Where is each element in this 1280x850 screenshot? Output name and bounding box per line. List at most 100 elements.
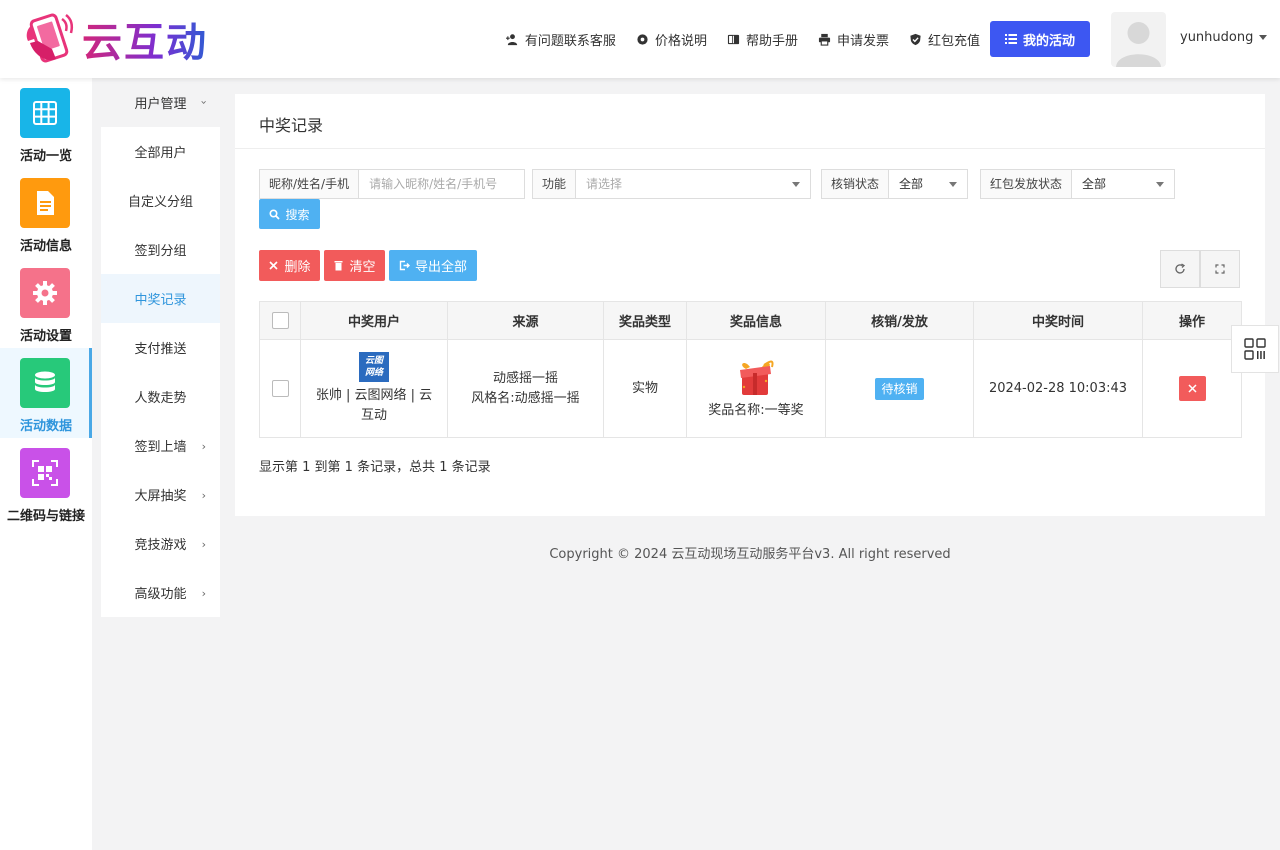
pagination-summary: 显示第 1 到第 1 条记录，总共 1 条记录 [259, 460, 491, 475]
shield-check-icon [910, 33, 921, 45]
submenu-label: 竞技游戏 [134, 538, 187, 553]
winning-records-table: 中奖用户 来源 奖品类型 奖品信息 核销/发放 中奖时间 操作 云图 网络 张帅… [259, 301, 1242, 438]
column-header[interactable]: 操作 [1142, 301, 1242, 340]
prize-type-cell: 实物 [603, 339, 687, 438]
submenu-competitive-games[interactable]: 竞技游戏 › [101, 519, 220, 568]
sidebar-item-activity-overview[interactable]: 活动一览 [0, 78, 92, 168]
sidebar-item-activity-settings[interactable]: 活动设置 [0, 258, 92, 348]
sidebar-item-activity-data[interactable]: 活动数据 [0, 348, 92, 438]
sidebar-item-label: 活动数据 [19, 419, 72, 434]
filter-function: 功能 请选择 [532, 169, 812, 199]
column-header[interactable]: 来源 [447, 301, 604, 340]
submenu-label: 中奖记录 [134, 293, 187, 308]
submenu-label: 签到上墙 [134, 440, 187, 455]
brand-name: 云互动 [82, 10, 208, 68]
source-style: 风格名:动感摇一摇 [471, 390, 580, 406]
source-cell: 动感摇一摇 风格名:动感摇一摇 [447, 339, 604, 438]
column-header[interactable]: 中奖用户 [300, 301, 448, 340]
refresh-button[interactable] [1160, 250, 1200, 288]
my-activity-button[interactable]: 我的活动 [990, 21, 1090, 57]
submenu-label: 大屏抽奖 [134, 489, 187, 504]
search-icon [269, 208, 281, 220]
qrcode-icon [20, 448, 70, 498]
column-header[interactable]: 核销/发放 [825, 301, 974, 340]
submenu-people-trend[interactable]: 人数走势 [101, 372, 220, 421]
column-header[interactable]: 中奖时间 [973, 301, 1143, 340]
export-label: 导出全部 [414, 260, 467, 275]
gear-icon [637, 33, 648, 45]
nav-invoice[interactable]: 申请发票 [818, 30, 889, 49]
submenu: 用户管理 › 全部用户 自定义分组 签到分组 中奖记录 支付推送 人数走势 签到… [101, 78, 220, 617]
column-header[interactable]: 奖品类型 [603, 301, 687, 340]
submenu-signin-groups[interactable]: 签到分组 [101, 225, 220, 274]
floating-qrcode-button[interactable] [1231, 325, 1279, 373]
top-header: 云互动 有问题联系客服 价格说明 帮助手册 申请发票 红包充值 我的活动 yun [0, 0, 1280, 78]
divider [235, 148, 1265, 149]
delete-button[interactable]: 删除 [259, 250, 320, 281]
sidebar-item-label: 活动设置 [19, 329, 72, 344]
submenu-all-users[interactable]: 全部用户 [101, 127, 220, 176]
sidebar-item-qrcode-links[interactable]: 二维码与链接 [0, 438, 92, 528]
search-button[interactable]: 搜索 [259, 199, 320, 229]
nav-label: 有问题联系客服 [524, 33, 616, 49]
row-delete-button[interactable] [1178, 376, 1206, 401]
caret-down-icon [792, 182, 801, 187]
clear-label: 清空 [349, 260, 376, 275]
nav-help-manual[interactable]: 帮助手册 [727, 30, 798, 49]
winner-cell: 云图 网络 张帅 | 云图网络 | 云互动 [300, 339, 448, 438]
avatar[interactable] [1111, 12, 1166, 67]
name-search-input[interactable]: 请输入昵称/姓名/手机号 [358, 169, 526, 199]
phone-hand-icon [22, 11, 80, 67]
export-all-button[interactable]: 导出全部 [389, 250, 477, 281]
table-row: 云图 网络 张帅 | 云图网络 | 云互动 动感摇一摇 风格名:动感摇一摇 实物 [259, 339, 1242, 438]
submenu-user-management[interactable]: 用户管理 › [101, 78, 220, 127]
verify-status-select[interactable]: 全部 [888, 169, 969, 199]
search-label: 搜索 [285, 207, 310, 222]
select-placeholder: 请选择 [586, 177, 623, 191]
function-select[interactable]: 请选择 [575, 169, 812, 199]
submenu-winning-records[interactable]: 中奖记录 [101, 274, 220, 323]
submenu-label: 人数走势 [134, 391, 187, 406]
nav-redpack-recharge[interactable]: 红包充值 [909, 30, 980, 49]
submenu-custom-groups[interactable]: 自定义分组 [101, 176, 220, 225]
submenu-payment-push[interactable]: 支付推送 [101, 323, 220, 372]
gear-icon [20, 268, 70, 318]
filter-label: 昵称/姓名/手机 [259, 169, 359, 199]
prize-info-cell: 奖品名称:一等奖 [686, 339, 826, 438]
sidebar-item-label: 二维码与链接 [6, 509, 85, 524]
select-value: 全部 [899, 177, 924, 191]
fullscreen-icon [1215, 264, 1225, 274]
chevron-right-icon: › [201, 440, 206, 453]
delete-label: 删除 [284, 260, 311, 275]
footer-copyright: Copyright © 2024 云互动现场互动服务平台v3. All righ… [549, 547, 951, 562]
nav-label: 帮助手册 [745, 33, 798, 49]
column-header[interactable]: 奖品信息 [686, 301, 826, 340]
chevron-right-icon: › [201, 538, 206, 551]
prize-name: 奖品名称:一等奖 [708, 402, 804, 418]
document-icon [20, 178, 70, 228]
chevron-right-icon: › [201, 489, 206, 502]
submenu-label: 签到分组 [134, 244, 187, 259]
user-menu[interactable]: yunhudong [1180, 30, 1268, 45]
submenu-screen-lottery[interactable]: 大屏抽奖 › [101, 470, 220, 519]
row-select-cell [259, 339, 301, 438]
filter-name: 昵称/姓名/手机 请输入昵称/姓名/手机号 [259, 169, 526, 199]
page-title: 中奖记录 [259, 116, 324, 135]
nav-contact-support[interactable]: 有问题联系客服 [505, 30, 616, 49]
submenu-signin-wall[interactable]: 签到上墙 › [101, 421, 220, 470]
clear-button[interactable]: 清空 [324, 250, 385, 281]
sidebar-item-activity-info[interactable]: 活动信息 [0, 168, 92, 258]
fullscreen-button[interactable] [1200, 250, 1240, 288]
submenu-label: 自定义分组 [127, 195, 193, 210]
submenu-advanced-features[interactable]: 高级功能 › [101, 568, 220, 617]
nav-pricing[interactable]: 价格说明 [636, 30, 707, 49]
select-value: 全部 [1082, 177, 1107, 191]
select-all-checkbox[interactable] [271, 312, 289, 329]
row-checkbox[interactable] [271, 379, 289, 397]
status-badge[interactable]: 待核销 [875, 377, 924, 400]
refresh-icon [1175, 263, 1186, 274]
brand-logo[interactable]: 云互动 [22, 10, 208, 68]
chevron-right-icon: › [201, 587, 206, 600]
redpack-status-select[interactable]: 全部 [1071, 169, 1176, 199]
user-plus-icon [505, 33, 518, 45]
